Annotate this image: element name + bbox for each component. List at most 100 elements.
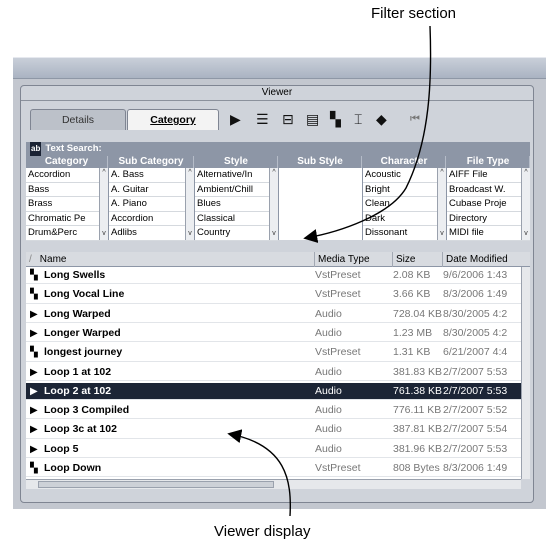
bracket-icon[interactable]: ⊟ <box>282 111 294 128</box>
viewer-display-callout: Viewer display <box>214 523 311 540</box>
list-item[interactable]: ▚ longest journey VstPreset 1.31 KB 6/21/200… <box>26 344 521 362</box>
item-name: ▚ Long Swells <box>30 267 315 284</box>
filter-item[interactable]: Country <box>195 226 278 241</box>
filter-item[interactable]: Clean <box>363 197 446 212</box>
item-date: 8/3/2006 1:49 <box>443 288 508 301</box>
filter-header[interactable]: Sub Category <box>109 156 194 168</box>
item-size: 728.04 KB <box>393 307 443 320</box>
filter-column-sub-style[interactable]: Sub Style <box>279 156 363 240</box>
audio-icon: ▶ <box>30 385 38 397</box>
filter-item[interactable]: Dark <box>363 212 446 226</box>
list-horizontal-scrollbar[interactable] <box>26 479 521 489</box>
list-item[interactable]: ▚ Loop Down VstPreset 808 Bytes 8/3/2006 1:4… <box>26 460 521 478</box>
list-vertical-scrollbar[interactable] <box>521 267 530 479</box>
filter-item[interactable]: Blues <box>195 197 278 212</box>
item-date: 2/7/2007 5:52 <box>443 404 508 417</box>
preset-icon: ▚ <box>30 270 38 281</box>
filter-header[interactable]: Category <box>26 156 108 168</box>
filter-item[interactable]: Bass <box>26 183 108 197</box>
filter-header[interactable]: Character <box>363 156 446 168</box>
filter-item[interactable]: Classical <box>195 212 278 226</box>
text-search-bar[interactable]: ab Text Search: <box>26 142 530 156</box>
filter-column-character[interactable]: Character Acoustic Bright Clean Dark Dis… <box>363 156 447 241</box>
item-size: 381.83 KB <box>393 365 443 378</box>
filter-item[interactable]: Ambient/Chill <box>195 183 278 197</box>
filter-scrollbar[interactable]: ^ v <box>99 168 108 240</box>
item-name: ▶ Loop 3c at 102 <box>30 421 315 438</box>
filter-item[interactable]: Accordion <box>109 212 194 226</box>
filter-item[interactable]: Adlibs <box>109 226 194 241</box>
list-icon[interactable]: ▤ <box>306 111 319 128</box>
item-name: ▶ Loop 2 at 102 <box>30 383 315 400</box>
window-titlebar <box>13 57 546 79</box>
filter-section: Category Accordion Bass Brass Chromatic … <box>26 156 530 241</box>
filter-item[interactable]: Dissonant <box>363 226 446 241</box>
item-name: ▶ Loop 5 <box>30 441 315 458</box>
item-size: 1.31 KB <box>393 346 431 359</box>
filter-item[interactable]: Bright <box>363 183 446 197</box>
item-size: 2.08 KB <box>393 269 431 281</box>
filter-item[interactable]: Acoustic <box>363 168 446 183</box>
play-icon[interactable]: ▶ <box>230 111 241 128</box>
column-header-name[interactable]: / Name <box>26 252 315 267</box>
item-media-type: Audio <box>315 442 342 455</box>
horizontal-scroll-thumb[interactable] <box>38 481 274 488</box>
filter-item[interactable]: Directory <box>447 212 530 226</box>
list-item[interactable]: ▶ Loop 3 Compiled Audio 776.11 KB 2/7/2007 5… <box>26 402 521 420</box>
filter-item[interactable]: Accordion <box>26 168 108 183</box>
filter-scrollbar[interactable]: ^ v <box>185 168 194 240</box>
filter-item[interactable]: MIDI file <box>447 226 530 241</box>
filter-scrollbar[interactable]: ^ v <box>269 168 278 240</box>
list-item[interactable]: ▶ Loop 2 at 102 Audio 761.38 KB 2/7/2007 5:5… <box>26 382 521 401</box>
viewer-title: Viewer <box>21 86 533 101</box>
filter-item[interactable]: Alternative/In <box>195 168 278 183</box>
viewer-toolbar: ▶ ☰ ⊟ ▤ ▚ ⌶ ◆ ⏮ <box>226 108 532 132</box>
filter-item[interactable]: Chromatic Pe <box>26 212 108 226</box>
column-header-date-modified[interactable]: Date Modified <box>443 252 530 267</box>
column-header-media-type[interactable]: Media Type <box>315 252 393 267</box>
filter-section-callout: Filter section <box>371 5 457 22</box>
filter-item[interactable]: A. Bass <box>109 168 194 183</box>
list-item[interactable]: ▶ Long Warped Audio 728.04 KB 8/30/2005 4:2 <box>26 306 521 323</box>
filter-header[interactable]: File Type <box>447 156 530 168</box>
list-header: / Name Media Type Size Date Modified <box>26 252 530 267</box>
tab-details[interactable]: Details <box>30 109 126 130</box>
filter-item[interactable]: Drum&Perc <box>26 226 108 241</box>
audio-icon: ▶ <box>30 308 38 320</box>
filter-lines-icon[interactable]: ☰ <box>256 111 269 128</box>
item-media-type: Audio <box>315 404 342 417</box>
filter-header[interactable]: Sub Style <box>279 156 362 168</box>
filter-column-sub-category[interactable]: Sub Category A. Bass A. Guitar A. Piano … <box>109 156 195 241</box>
item-size: 761.38 KB <box>393 384 443 397</box>
item-name: ▶ Loop 1 at 102 <box>30 364 315 381</box>
filter-column-file-type[interactable]: File Type AIFF File Broadcast W. Cubase … <box>447 156 530 241</box>
rewind-icon[interactable]: ⏮ <box>410 113 420 126</box>
filter-item[interactable]: Brass <box>26 197 108 212</box>
item-size: 387.81 KB <box>393 423 443 436</box>
list-item[interactable]: ▶ Loop 5 Audio 381.96 KB 2/7/2007 5:53 <box>26 441 521 459</box>
column-icon[interactable]: ⌶ <box>354 111 362 128</box>
filter-item[interactable]: Cubase Proje <box>447 197 530 212</box>
item-media-type: Audio <box>315 365 342 378</box>
filter-scrollbar[interactable]: ^ v <box>437 168 446 240</box>
filter-column-style[interactable]: Style Alternative/In Ambient/Chill Blues… <box>195 156 279 241</box>
tab-category[interactable]: Category <box>127 109 219 130</box>
filter-item[interactable]: Broadcast W. <box>447 183 530 197</box>
list-item[interactable]: ▶ Loop 3c at 102 Audio 387.81 KB 2/7/2007 5:… <box>26 421 521 439</box>
list-item[interactable]: ▶ Longer Warped Audio 1.23 MB 8/30/2005 4:2 <box>26 325 521 343</box>
list-item[interactable]: ▶ Loop 1 at 102 Audio 381.83 KB 2/7/2007 5:5… <box>26 364 521 381</box>
filter-column-category[interactable]: Category Accordion Bass Brass Chromatic … <box>26 156 109 241</box>
item-name: ▶ Long Warped <box>30 306 315 323</box>
filter-header[interactable]: Style <box>195 156 278 168</box>
filter-scrollbar[interactable]: ^ v <box>521 168 530 240</box>
list-item[interactable]: ▚ Long Vocal Line VstPreset 3.66 KB 8/3/2006… <box>26 286 521 304</box>
filter-item[interactable]: A. Piano <box>109 197 194 212</box>
audio-icon: ▶ <box>30 405 38 417</box>
list-item[interactable]: ▚ Long Swells VstPreset 2.08 KB 9/6/2006 1:4… <box>26 267 521 285</box>
camera-icon[interactable]: ◆ <box>376 111 387 128</box>
preset-icon[interactable]: ▚ <box>330 111 341 128</box>
item-date: 8/30/2005 4:2 <box>443 307 508 320</box>
column-header-size[interactable]: Size <box>393 252 443 267</box>
filter-item[interactable]: A. Guitar <box>109 183 194 197</box>
filter-item[interactable]: AIFF File <box>447 168 530 183</box>
